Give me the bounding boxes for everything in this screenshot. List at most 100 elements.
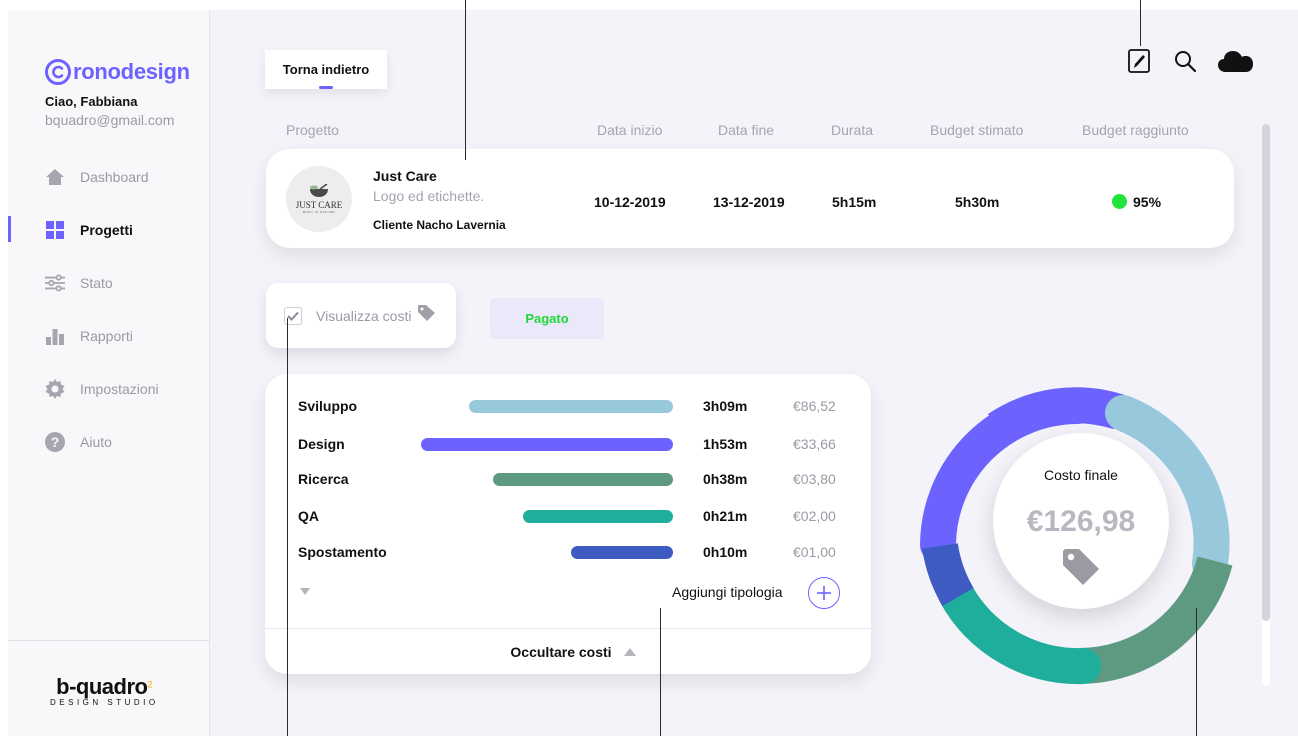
- cost-row: QA 0h21m €02,00: [265, 498, 871, 534]
- cost-type-name: Sviluppo: [298, 398, 358, 414]
- cost-row: Spostamento 0h10m €01,00: [265, 534, 871, 570]
- sidebar-item-rapporti[interactable]: Rapporti: [8, 309, 210, 362]
- bar-chart-icon: [45, 326, 65, 346]
- scrollbar-thumb[interactable]: [1262, 124, 1270, 621]
- back-button[interactable]: Torna indietro: [265, 50, 387, 89]
- expand-list-icon[interactable]: [300, 588, 310, 595]
- sidebar: ronodesign Ciao, Fabbiana bquadro@gmail.…: [8, 10, 210, 736]
- cloud-icon[interactable]: [1218, 48, 1254, 74]
- cost-row: Ricerca 0h38m €03,80: [265, 461, 871, 497]
- callout-line: [660, 608, 661, 736]
- sidebar-item-label: Stato: [80, 274, 113, 291]
- cost-type-name: Spostamento: [298, 544, 387, 560]
- project-duration: 5h15m: [832, 194, 877, 210]
- sidebar-item-aiuto[interactable]: ? Aiuto: [8, 415, 210, 468]
- cost-row: Sviluppo 3h09m €86,52: [265, 388, 871, 424]
- cost-type-name: QA: [298, 508, 319, 524]
- studio-logo: b-quadro2 DESIGN STUDIO: [50, 674, 159, 707]
- tag-icon: [418, 305, 436, 326]
- add-type-label[interactable]: Aggiungi tipologia: [672, 584, 783, 600]
- project-client: Cliente Nacho Lavernia: [373, 218, 506, 232]
- callout-line: [1140, 0, 1141, 46]
- add-type-button[interactable]: [808, 577, 840, 609]
- final-cost-label: Costo finale: [1044, 467, 1118, 483]
- final-cost-value: €126,98: [1026, 505, 1136, 538]
- edit-icon[interactable]: [1126, 48, 1152, 74]
- sidebar-item-label: Impostazioni: [80, 380, 159, 397]
- sidebar-nav: Dashboard Progetti Stato Rapporti Impost…: [8, 150, 210, 468]
- sidebar-divider: [8, 640, 210, 641]
- cost-amount: €02,00: [793, 508, 836, 524]
- cost-type-name: Ricerca: [298, 471, 349, 487]
- brand-name: ronodesign: [73, 59, 190, 84]
- column-header-estimated-budget: Budget stimato: [930, 122, 1024, 138]
- project-logo-subtext: BODY IS NATURE: [302, 210, 336, 214]
- sliders-icon: [45, 273, 65, 293]
- callout-line: [465, 0, 466, 160]
- column-header-duration: Durata: [831, 122, 874, 138]
- toolbar-icons: [1126, 48, 1274, 74]
- donut-segment-spostamento: [922, 542, 974, 607]
- project-start-date: 10-12-2019: [594, 194, 666, 210]
- sidebar-item-impostazioni[interactable]: Impostazioni: [8, 362, 210, 415]
- studio-logo-name: b-quadro: [56, 674, 148, 699]
- cost-amount: €03,80: [793, 471, 836, 487]
- cost-type-name: Design: [298, 436, 345, 452]
- cost-bar: [523, 510, 673, 523]
- brand-logo[interactable]: ronodesign: [44, 58, 190, 86]
- column-header-start: Data inizio: [597, 122, 663, 138]
- cost-amount: €01,00: [793, 544, 836, 560]
- search-icon[interactable]: [1172, 48, 1198, 74]
- cost-time: 3h09m: [703, 398, 748, 414]
- help-icon: ?: [45, 431, 65, 452]
- grid-icon: [45, 220, 65, 240]
- sidebar-item-dashboard[interactable]: Dashboard: [8, 150, 210, 203]
- project-logo: JUST CARE BODY IS NATURE: [286, 166, 352, 232]
- callout-line: [287, 318, 288, 736]
- sidebar-item-label: Dashboard: [80, 168, 149, 185]
- project-logo-text: JUST CARE: [295, 200, 343, 210]
- cost-time: 1h53m: [703, 436, 748, 452]
- svg-text:?: ?: [51, 434, 60, 450]
- project-reached-budget: 95%: [1133, 194, 1162, 210]
- sidebar-item-label: Rapporti: [80, 327, 133, 344]
- check-icon: [287, 311, 299, 321]
- cost-bar: [469, 400, 673, 413]
- cost-time: 0h38m: [703, 471, 748, 487]
- project-description: Logo ed etichette.: [373, 188, 485, 204]
- home-icon: [45, 167, 65, 187]
- gear-icon: [45, 378, 65, 399]
- studio-logo-sup: 2: [147, 679, 153, 690]
- cost-amount: €86,52: [793, 398, 836, 414]
- cost-bar: [421, 438, 673, 451]
- sidebar-item-progetti[interactable]: Progetti: [8, 203, 210, 256]
- payment-status-badge: Pagato: [490, 298, 604, 339]
- cost-time: 0h21m: [703, 508, 748, 524]
- final-cost-summary: Costo finale €126,98: [993, 433, 1169, 609]
- cost-time: 0h10m: [703, 544, 748, 560]
- project-end-date: 13-12-2019: [713, 194, 785, 210]
- show-costs-label: Visualizza costi: [316, 307, 412, 324]
- cost-bar: [493, 473, 673, 486]
- sidebar-item-label: Aiuto: [80, 433, 112, 450]
- budget-status-dot: [1112, 194, 1127, 209]
- sidebar-item-label: Progetti: [80, 221, 133, 238]
- user-greeting: Ciao, Fabbiana: [45, 94, 138, 109]
- plus-icon: [817, 586, 831, 600]
- callout-line: [1196, 608, 1197, 736]
- user-email: bquadro@gmail.com: [45, 112, 175, 128]
- column-header-project: Progetto: [286, 122, 339, 138]
- show-costs-toggle[interactable]: Visualizza costi: [266, 283, 456, 348]
- project-row[interactable]: JUST CARE BODY IS NATURE Just Care Logo …: [266, 149, 1234, 248]
- cost-amount: €33,66: [793, 436, 836, 452]
- project-name: Just Care: [373, 168, 437, 184]
- sidebar-item-stato[interactable]: Stato: [8, 256, 210, 309]
- project-estimated-budget: 5h30m: [955, 194, 1000, 210]
- costs-breakdown-card: Sviluppo 3h09m €86,52 Design 1h53m €33,6…: [265, 374, 871, 674]
- column-header-reached-budget: Budget raggiunto: [1082, 122, 1189, 138]
- hide-costs-button[interactable]: Occultare costi: [265, 629, 871, 674]
- brand-logo-mark: [45, 59, 71, 85]
- price-tag-icon: [1063, 549, 1099, 585]
- hide-costs-label: Occultare costi: [510, 643, 612, 660]
- column-header-end: Data fine: [718, 122, 775, 138]
